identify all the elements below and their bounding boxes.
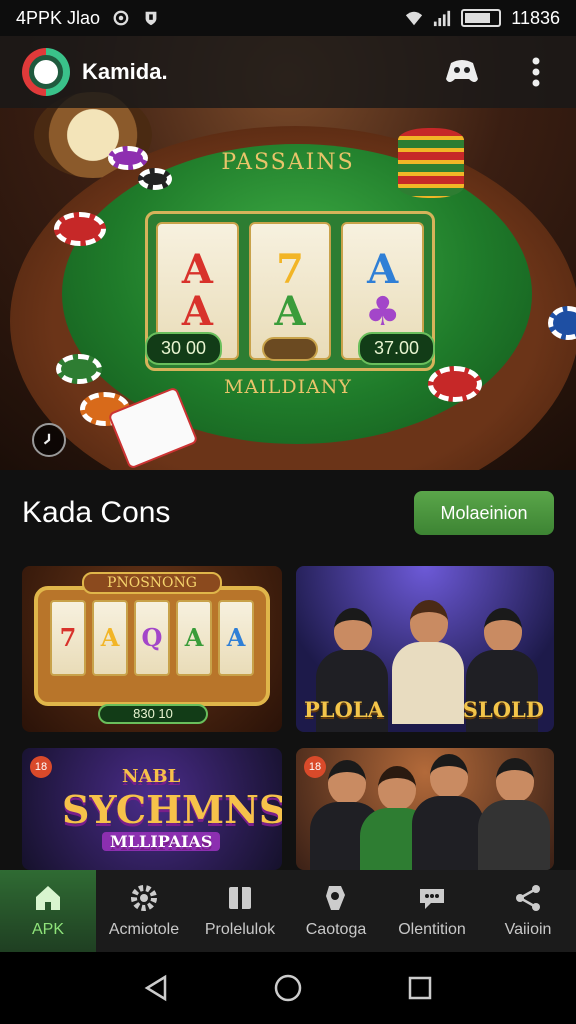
reel: A [218, 600, 254, 676]
bottom-navigation: APK Acmiotolе Prolelulok Caotoga Olentit… [0, 870, 576, 952]
nav-item-library[interactable]: Prolelulok [192, 870, 288, 952]
chip [108, 146, 148, 170]
shield-icon [145, 11, 157, 26]
book-icon [229, 887, 251, 909]
system-navigation-bar [0, 952, 576, 1024]
more-vertical-icon[interactable] [518, 54, 554, 90]
back-icon[interactable] [141, 973, 171, 1003]
signal-icon [434, 10, 451, 27]
sync-icon [113, 10, 129, 26]
nav-item-apk[interactable]: APK [0, 870, 96, 952]
felt-title: PASSAINS [221, 150, 355, 175]
clock-icon[interactable] [32, 423, 66, 457]
reel: Q [134, 600, 170, 676]
recents-icon[interactable] [405, 973, 435, 1003]
game-logo: NABL SYCHMNS MLLIPAIAS [62, 766, 282, 851]
app-bar: Kamida. [0, 36, 576, 108]
game-card[interactable]: 7 A Q A A PNOSNONG 830 10 [22, 566, 282, 732]
game-card[interactable]: PLOLA SLOLD [296, 566, 554, 732]
nav-label: Olentition [398, 921, 466, 938]
chat-icon [420, 889, 444, 909]
wifi-icon [406, 11, 423, 26]
game-card[interactable]: 18 [296, 748, 554, 870]
reel: A [92, 600, 128, 676]
nav-item-chat[interactable]: Olentition [384, 870, 480, 952]
reel: 7 [50, 600, 86, 676]
card-amount: 830 10 [98, 704, 208, 724]
more-button[interactable]: Molaeinion [414, 491, 554, 535]
age-badge: 18 [30, 756, 52, 778]
nav-item-share[interactable]: Vaiioin [480, 870, 576, 952]
section-title: Kada Cons [22, 496, 171, 529]
person-figure [392, 600, 464, 732]
person-figure [412, 754, 484, 870]
game-card[interactable]: 18 NABL SYCHMNS MLLIPAIAS [22, 748, 282, 870]
nav-label: APK [31, 921, 64, 938]
status-text: 4PPK Jlao [16, 7, 101, 28]
right-display: 37.00 [357, 332, 435, 365]
card-label-right: SLOLD [462, 697, 544, 722]
status-bar: 4PPK Jlao 11836 [0, 0, 576, 36]
app-logo[interactable] [22, 48, 70, 96]
chip-icon [326, 886, 345, 910]
home-icon [36, 886, 60, 910]
reel-displays: 30 00 37.00 [145, 332, 435, 365]
home-circle-icon[interactable] [273, 973, 303, 1003]
nav-item-settings[interactable]: Acmiotolе [96, 870, 192, 952]
nav-label: Vaiioin [504, 921, 552, 938]
chip [54, 212, 106, 246]
nav-label: Prolelulok [204, 921, 276, 938]
slot-machine-art: 7 A Q A A [34, 586, 270, 706]
middle-display [262, 336, 318, 361]
section-header: Kada Cons Molaeinion [22, 490, 554, 536]
nav-label: Caotoga [305, 921, 367, 938]
chip-stack [398, 128, 464, 198]
app-title: Kamida. [82, 59, 168, 84]
card-label-left: PLOLA [304, 697, 384, 722]
person-figure [478, 758, 550, 870]
left-display: 30 00 [145, 332, 223, 365]
share-icon [516, 885, 540, 911]
nav-label: Acmiotolе [108, 921, 180, 938]
nav-item-catalog[interactable]: Caotoga [288, 870, 384, 952]
status-time: 11836 [511, 7, 560, 28]
reel: A [176, 600, 212, 676]
felt-subtitle: MAILDIANY [224, 376, 352, 398]
gamepad-icon[interactable] [444, 54, 480, 90]
battery-icon [461, 9, 502, 27]
card-banner: PNOSNONG [82, 572, 222, 594]
gear-icon [131, 885, 157, 911]
chip [138, 168, 172, 190]
